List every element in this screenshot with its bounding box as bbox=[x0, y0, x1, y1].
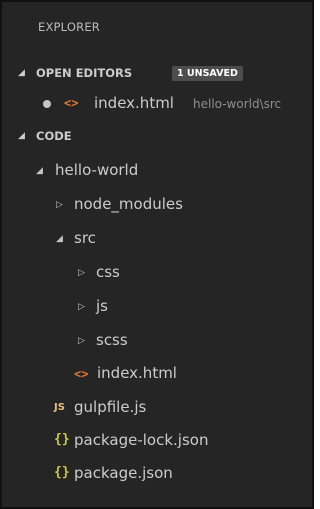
folder-label: js bbox=[96, 297, 108, 315]
tree-item-gulpfile[interactable]: JS gulpfile.js bbox=[2, 395, 312, 421]
tree-item-src[interactable]: ◢ src bbox=[2, 226, 312, 252]
unsaved-dot-icon[interactable] bbox=[43, 100, 51, 108]
chevron-right-icon: ▷ bbox=[78, 336, 85, 346]
chevron-down-icon: ◢ bbox=[18, 68, 25, 78]
open-editor-path: hello-world\src bbox=[193, 97, 282, 111]
explorer-panel: EXPLORER ◢ OPEN EDITORS 1 UNSAVED <> ind… bbox=[0, 0, 314, 509]
unsaved-badge: 1 UNSAVED bbox=[172, 66, 243, 81]
tree-item-package-lock[interactable]: {} package-lock.json bbox=[2, 428, 312, 454]
tree-item-css[interactable]: ▷ css bbox=[2, 260, 312, 286]
open-editors-header[interactable]: ◢ OPEN EDITORS 1 UNSAVED bbox=[2, 63, 312, 85]
file-label: package-lock.json bbox=[74, 431, 209, 449]
tree-item-index-html[interactable]: <> index.html bbox=[2, 361, 312, 387]
chevron-right-icon: ▷ bbox=[78, 302, 85, 312]
code-header[interactable]: ◢ CODE bbox=[2, 126, 312, 148]
file-label: gulpfile.js bbox=[74, 398, 147, 416]
tree-item-node-modules[interactable]: ▷ node_modules bbox=[2, 192, 312, 218]
tree-item-package-json[interactable]: {} package.json bbox=[2, 461, 312, 487]
folder-label: src bbox=[74, 229, 96, 247]
chevron-down-icon: ◢ bbox=[18, 131, 25, 141]
file-label: package.json bbox=[74, 464, 173, 482]
chevron-down-icon: ◢ bbox=[56, 234, 63, 244]
json-file-icon: {} bbox=[54, 432, 70, 447]
code-label: CODE bbox=[36, 129, 72, 143]
folder-label: node_modules bbox=[74, 195, 183, 213]
tree-item-js[interactable]: ▷ js bbox=[2, 294, 312, 320]
chevron-right-icon: ▷ bbox=[56, 200, 63, 210]
open-editor-item[interactable]: <> index.html hello-world\src bbox=[2, 93, 312, 115]
chevron-down-icon: ◢ bbox=[36, 166, 43, 176]
open-editor-filename: index.html bbox=[94, 94, 174, 112]
html-file-icon: <> bbox=[74, 367, 89, 381]
json-file-icon: {} bbox=[54, 465, 70, 480]
folder-label: css bbox=[96, 263, 120, 281]
tree-item-hello-world[interactable]: ◢ hello-world bbox=[2, 158, 312, 184]
explorer-title: EXPLORER bbox=[38, 20, 100, 34]
folder-label: hello-world bbox=[55, 161, 139, 179]
folder-label: scss bbox=[96, 331, 128, 349]
html-file-icon: <> bbox=[64, 96, 79, 110]
file-label: index.html bbox=[97, 364, 177, 382]
open-editors-label: OPEN EDITORS bbox=[36, 66, 133, 80]
tree-item-scss[interactable]: ▷ scss bbox=[2, 328, 312, 354]
chevron-right-icon: ▷ bbox=[78, 268, 85, 278]
js-file-icon: JS bbox=[54, 402, 65, 413]
